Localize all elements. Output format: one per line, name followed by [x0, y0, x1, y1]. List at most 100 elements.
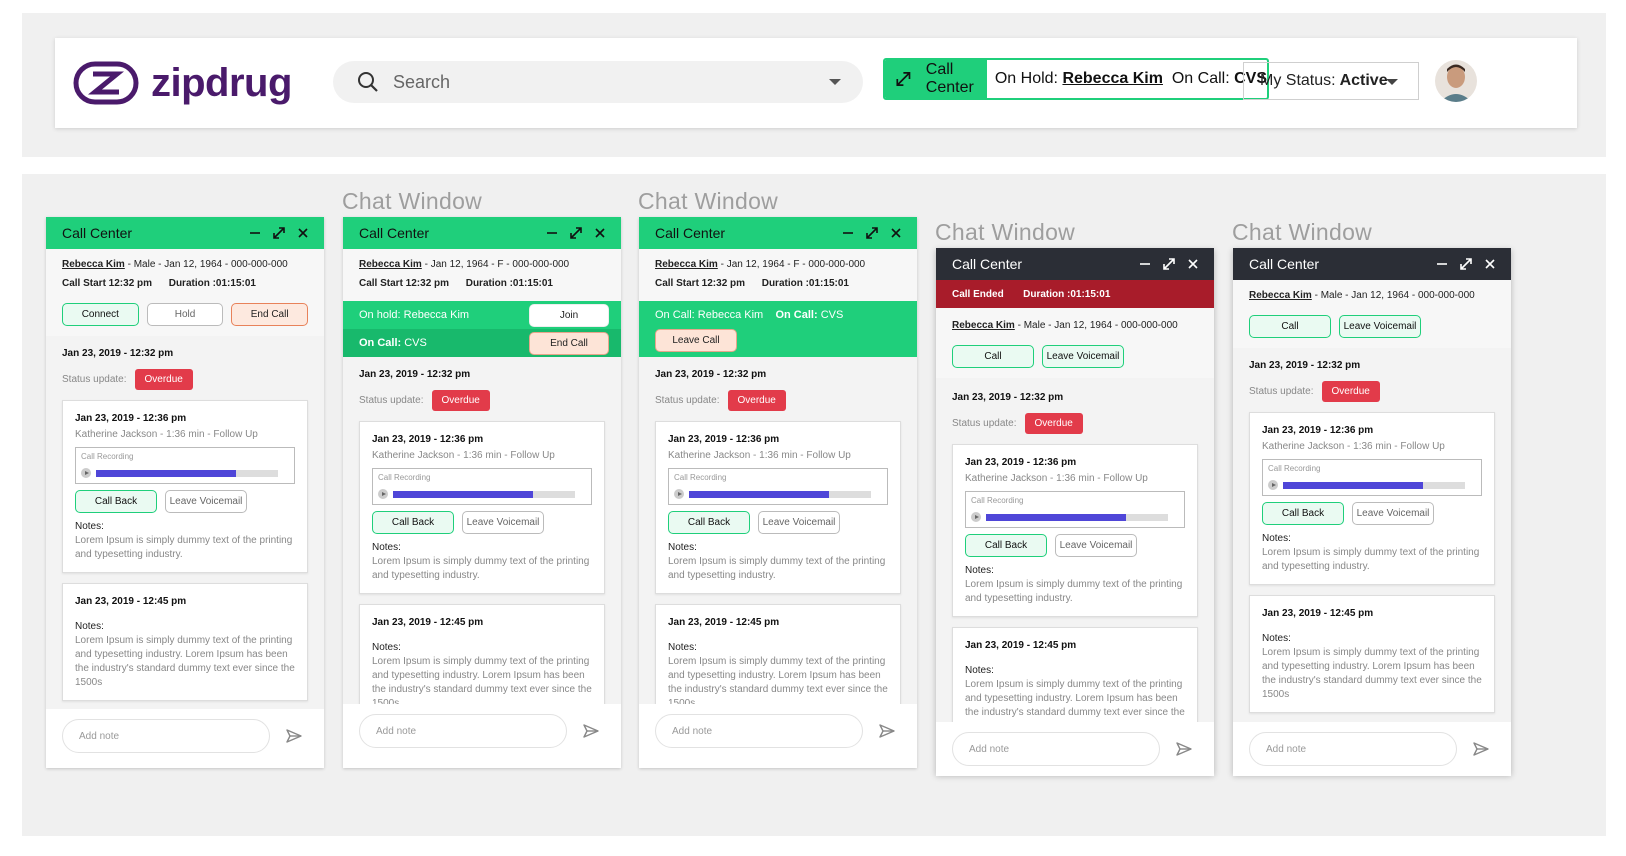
close-icon[interactable]: [593, 226, 607, 240]
call-back-button[interactable]: Call Back: [372, 511, 454, 534]
recording-progress-track[interactable]: [96, 470, 278, 477]
add-note-input[interactable]: [655, 714, 863, 748]
card-subtitle: Katherine Jackson - 1:36 min - Follow Up: [668, 450, 851, 461]
leave-voicemail-button[interactable]: Leave Voicemail: [1352, 502, 1434, 525]
close-icon[interactable]: [1483, 257, 1497, 271]
patient-name-link[interactable]: Rebecca Kim: [359, 259, 422, 270]
leave-voicemail-button[interactable]: Leave Voicemail: [1042, 345, 1124, 368]
on-hold-name[interactable]: Rebecca Kim: [1062, 70, 1163, 88]
play-icon[interactable]: [1268, 480, 1278, 490]
call-recording-player[interactable]: Call Recording: [668, 468, 888, 505]
add-note-input[interactable]: [1249, 732, 1457, 766]
end-call-button[interactable]: End Call: [529, 332, 609, 355]
user-avatar-icon: [1435, 60, 1477, 102]
card-date: Jan 23, 2019 - 12:45 pm: [668, 617, 780, 628]
add-note-area: [936, 722, 1214, 776]
my-status-dropdown[interactable]: My Status: Active: [1243, 62, 1419, 100]
chat-window-label: Chat Window: [935, 219, 1076, 245]
play-icon[interactable]: [674, 489, 684, 499]
call-recording-player[interactable]: Call Recording: [75, 447, 295, 484]
recording-progress-track[interactable]: [986, 514, 1168, 521]
call-recording-player[interactable]: Call Recording: [965, 491, 1185, 528]
call-button[interactable]: Call: [952, 345, 1034, 368]
recording-progress-track[interactable]: [1283, 482, 1465, 489]
call-center-panel-3: Call Center Rebecca Kim - Jan 12, 1964 -…: [639, 217, 917, 768]
leave-voicemail-button[interactable]: Leave Voicemail: [462, 511, 544, 534]
patient-info: Rebecca Kim - Jan 12, 1964 - F - 000-000…: [639, 249, 917, 301]
call-back-button[interactable]: Call Back: [1262, 502, 1344, 525]
close-icon[interactable]: [889, 226, 903, 240]
call-card: Jan 23, 2019 - 12:36 pm Katherine Jackso…: [655, 421, 901, 594]
add-note-input[interactable]: [952, 732, 1160, 766]
panel-title: Call Center: [655, 225, 726, 241]
expand-icon[interactable]: [272, 226, 286, 240]
connect-button[interactable]: Connect: [62, 303, 139, 326]
call-recording-player[interactable]: Call Recording: [372, 468, 592, 505]
leave-call-button[interactable]: Leave Call: [655, 329, 737, 352]
call-button[interactable]: Call: [1249, 315, 1331, 338]
call-center-info: On Hold: Rebecca Kim On Call: CVS: [987, 60, 1267, 98]
activity-feed: Jan 23, 2019 - 12:32 pm Status update: Ov…: [936, 378, 1214, 776]
patient-name-link[interactable]: Rebecca Kim: [1249, 290, 1312, 301]
join-button[interactable]: Join: [529, 304, 609, 327]
expand-icon[interactable]: [569, 226, 583, 240]
patient-name-link[interactable]: Rebecca Kim: [655, 259, 718, 270]
leave-voicemail-button[interactable]: Leave Voicemail: [758, 511, 840, 534]
play-icon[interactable]: [378, 489, 388, 499]
play-icon[interactable]: [971, 512, 981, 522]
expand-icon[interactable]: [1459, 257, 1473, 271]
minimize-icon[interactable]: [1435, 257, 1449, 271]
call-back-button[interactable]: Call Back: [965, 534, 1047, 557]
minimize-icon[interactable]: [545, 226, 559, 240]
expand-icon[interactable]: [1162, 257, 1176, 271]
recording-progress-fill: [1283, 482, 1424, 489]
expand-icon[interactable]: [865, 226, 879, 240]
search-dropdown-caret-icon[interactable]: [829, 79, 841, 85]
patient-details: - Male - Jan 12, 1964 - 000-000-000: [124, 259, 288, 270]
minimize-icon[interactable]: [248, 226, 262, 240]
call-ended-label: Call Ended: [952, 288, 1004, 300]
search-bar[interactable]: [333, 61, 863, 103]
call-center-status[interactable]: Call Center On Hold: Rebecca Kim On Call…: [883, 58, 1269, 100]
call-duration: Duration :01:15:01: [168, 278, 256, 289]
call-recording-label: Call Recording: [81, 452, 134, 461]
recording-progress-fill: [96, 470, 237, 477]
minimize-icon[interactable]: [1138, 257, 1152, 271]
send-icon[interactable]: [1473, 741, 1489, 757]
hold-button[interactable]: Hold: [146, 303, 224, 326]
send-icon[interactable]: [286, 728, 302, 744]
leave-voicemail-button[interactable]: Leave Voicemail: [1055, 534, 1137, 557]
search-input[interactable]: [393, 71, 793, 93]
send-icon[interactable]: [1176, 741, 1192, 757]
patient-name-link[interactable]: Rebecca Kim: [952, 320, 1015, 331]
send-icon[interactable]: [583, 723, 599, 739]
add-note-input[interactable]: [62, 719, 270, 753]
send-icon[interactable]: [879, 723, 895, 739]
avatar[interactable]: [1435, 60, 1477, 102]
logo[interactable]: zipdrug: [73, 58, 292, 108]
close-icon[interactable]: [296, 226, 310, 240]
call-center-panel-5: Call Center Rebecca Kim - Male - Jan 12,…: [1233, 248, 1511, 776]
recording-progress-track[interactable]: [393, 491, 575, 498]
add-note-input[interactable]: [359, 714, 567, 748]
call-back-button[interactable]: Call Back: [668, 511, 750, 534]
card-date: Jan 23, 2019 - 12:36 pm: [75, 413, 187, 424]
play-icon[interactable]: [81, 468, 91, 478]
card-subtitle: Katherine Jackson - 1:36 min - Follow Up: [75, 429, 258, 440]
card-date: Jan 23, 2019 - 12:45 pm: [1262, 608, 1374, 619]
recording-progress-fill: [689, 491, 830, 498]
call-center-toggle[interactable]: Call Center: [885, 60, 987, 98]
patient-info: Rebecca Kim - Male - Jan 12, 1964 - 000-…: [1233, 280, 1511, 348]
call-back-button[interactable]: Call Back: [75, 490, 157, 513]
patient-name-link[interactable]: Rebecca Kim: [62, 259, 125, 270]
leave-voicemail-button[interactable]: Leave Voicemail: [1339, 315, 1421, 338]
card-date: Jan 23, 2019 - 12:36 pm: [668, 434, 780, 445]
minimize-icon[interactable]: [841, 226, 855, 240]
leave-voicemail-button[interactable]: Leave Voicemail: [165, 490, 247, 513]
call-recording-player[interactable]: Call Recording: [1262, 459, 1482, 496]
recording-progress-track[interactable]: [689, 491, 871, 498]
add-note-area: [46, 709, 324, 763]
patient-details: - Male - Jan 12, 1964 - 000-000-000: [1014, 320, 1178, 331]
close-icon[interactable]: [1186, 257, 1200, 271]
end-call-button[interactable]: End Call: [231, 303, 309, 326]
